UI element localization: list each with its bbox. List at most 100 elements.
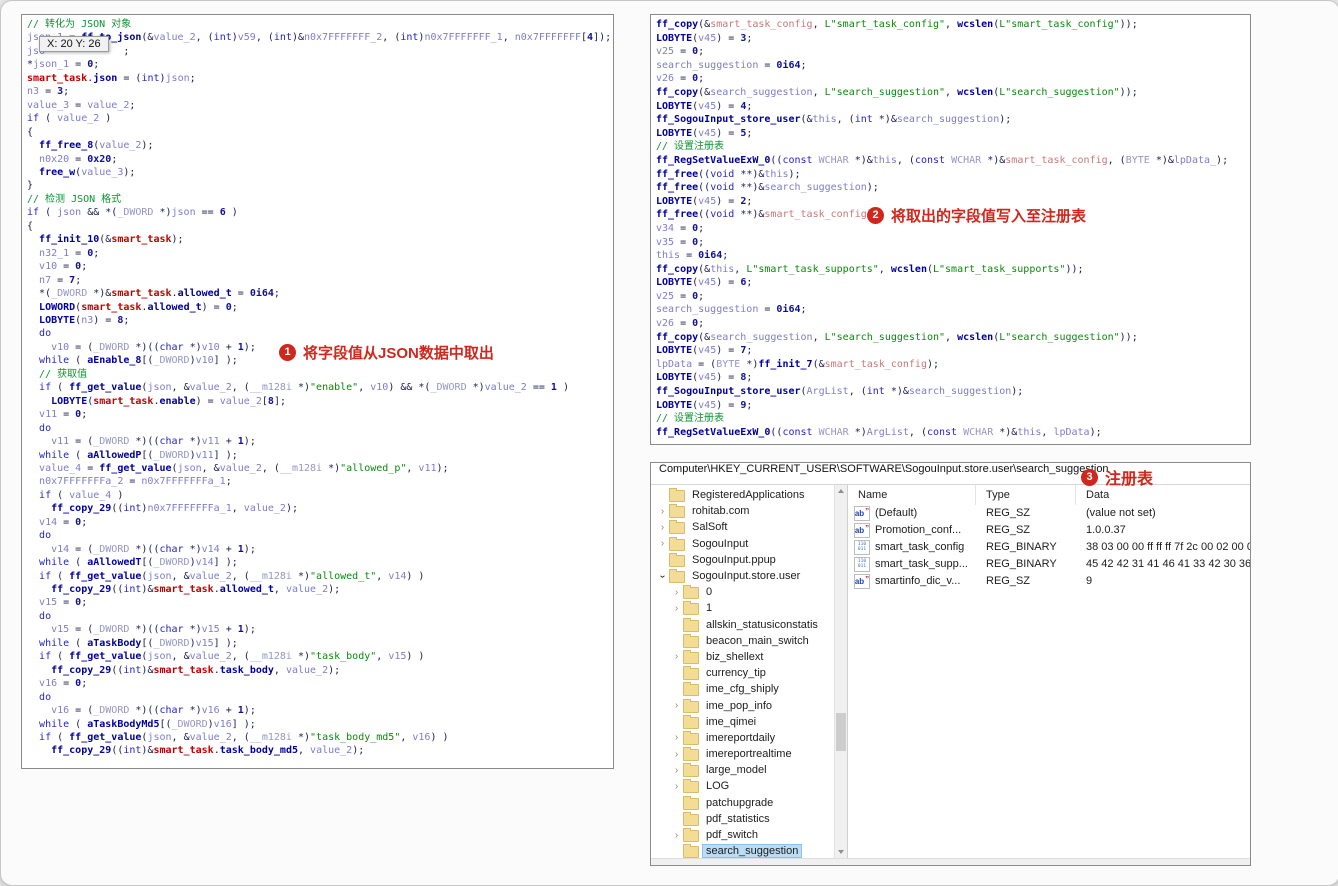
registry-value-row-smart-task-supp-[interactable]: 110 011 smart_task_supp... REG_BINARY 45 42… [848, 556, 1250, 573]
registry-value-row-smart-task-config[interactable]: 110 011 smart_task_config REG_BINARY 38 03 … [848, 539, 1250, 556]
code-line: LOBYTE(v45) = 3; [656, 32, 753, 44]
code-line: // 设置注册表 [656, 413, 725, 425]
registry-tree-item-0[interactable]: › 0 [651, 584, 834, 600]
code-line: ff_RegSetValueExW_0((const WCHAR *)&this… [656, 154, 1229, 166]
code-line: { [27, 126, 34, 138]
folder-icon [683, 585, 699, 600]
scrollbar-thumb[interactable] [836, 713, 846, 751]
code-line: if ( ff_get_value(json, &value_2, (__m12… [39, 382, 569, 394]
tree-item-label: imereportdaily [706, 731, 776, 744]
registry-tree-item-registeredapplications[interactable]: RegisteredApplications [651, 487, 834, 503]
chevron-right-icon[interactable]: › [671, 700, 682, 711]
folder-icon [683, 779, 699, 794]
registry-value-row-promotion-conf-[interactable]: ab Promotion_conf... REG_SZ 1.0.0.37 [848, 522, 1250, 539]
registry-tree-item-allskin-statusiconstatis[interactable]: allskin_statusiconstatis [651, 617, 834, 633]
code-line: ff_free((void **)&search_suggestion); [656, 182, 879, 194]
registry-tree-item-imereportdaily[interactable]: › imereportdaily [651, 730, 834, 746]
chevron-right-icon[interactable]: › [657, 522, 668, 533]
code-line: if ( value_4 ) [39, 489, 124, 501]
chevron-right-icon[interactable]: › [657, 538, 668, 549]
registry-address-bar[interactable]: Computer\HKEY_CURRENT_USER\SOFTWARE\Sogo… [651, 463, 1250, 485]
annotation-2: 2 将取出的字段值写入至注册表 [867, 205, 1086, 226]
code-line: jso ; [27, 45, 130, 57]
registry-tree-item-biz-shellext[interactable]: › biz_shellext [651, 649, 834, 665]
code-line: LOBYTE(v45) = 8; [656, 372, 753, 384]
registry-tree-item-sogouinput-store-user[interactable]: › SogouInput.store.user [651, 568, 834, 584]
tree-item-label: beacon_main_switch [706, 634, 809, 647]
registry-tree-item-log[interactable]: › LOG [651, 778, 834, 794]
chevron-right-icon[interactable]: › [671, 765, 682, 776]
tree-item-label: pdf_statistics [706, 812, 770, 825]
chevron-right-icon[interactable]: › [671, 732, 682, 743]
registry-value-row-smartinfo-dic-v-[interactable]: ab smartinfo_dic_v... REG_SZ 9 [848, 573, 1250, 590]
registry-tree-item-salsoft[interactable]: › SalSoft [651, 519, 834, 535]
code-line: ff_copy(&smart_task_config, L"smart_task… [656, 19, 1138, 30]
folder-icon [683, 617, 699, 632]
registry-value-row--default-[interactable]: ab (Default) REG_SZ (value not set) [848, 505, 1250, 522]
code-line: do [39, 328, 52, 340]
tree-item-label: RegisteredApplications [692, 489, 805, 502]
code-line: do [39, 610, 52, 622]
registry-tree-item-sogouinput-ppup[interactable]: SogouInput.ppup [651, 552, 834, 568]
chevron-right-icon[interactable]: › [671, 830, 682, 841]
annotation-1: 1 将字段值从JSON数据中取出 [279, 342, 494, 363]
registry-tree: RegisteredApplications › rohitab.com › SalSo… [651, 485, 834, 865]
code-line: { [27, 220, 34, 232]
tree-item-label: 1 [706, 602, 713, 615]
tree-item-label: pdf_switch [706, 829, 758, 842]
registry-tree-item-currency-tip[interactable]: currency_tip [651, 665, 834, 681]
tree-item-label: 0 [706, 586, 713, 599]
scroll-down-icon[interactable] [835, 846, 847, 858]
tree-item-label: currency_tip [706, 667, 766, 680]
registry-tree-item-large-model[interactable]: › large_model [651, 762, 834, 778]
numbered-badge-icon: 2 [867, 207, 884, 224]
chevron-right-icon[interactable]: › [671, 603, 682, 614]
chevron-right-icon[interactable]: › [671, 781, 682, 792]
registry-tree-item-pdf-statistics[interactable]: pdf_statistics [651, 811, 834, 827]
column-header-type[interactable]: Type [976, 485, 1076, 505]
scroll-up-icon[interactable] [835, 485, 847, 497]
code-line: if ( ff_get_value(json, &value_2, (__m12… [39, 651, 425, 663]
tree-scrollbar[interactable] [834, 485, 847, 865]
registry-tree-item-search-suggestion[interactable]: search_suggestion [651, 843, 834, 859]
code-line: search_suggestion = 0i64; [656, 59, 807, 71]
value-name: smartinfo_dic_v... [875, 575, 961, 587]
column-header-name[interactable]: Name [848, 485, 976, 505]
folder-icon [683, 714, 699, 729]
chevron-right-icon[interactable]: › [657, 506, 668, 517]
chevron-right-icon[interactable]: › [671, 749, 682, 760]
value-type: REG_SZ [986, 507, 1031, 519]
code-line: v16 = (_DWORD *)((char *)v16 + 1); [51, 705, 256, 717]
code-line: free_w(value_3); [39, 166, 136, 178]
registry-body: RegisteredApplications › rohitab.com › SalSo… [651, 485, 1250, 865]
registry-tree-item-patchupgrade[interactable]: patchupgrade [651, 795, 834, 811]
code-line: LOBYTE(v45) = 4; [656, 100, 753, 112]
tree-item-label: SogouInput [692, 537, 749, 550]
registry-tree-item-ime-pop-info[interactable]: › ime_pop_info [651, 697, 834, 713]
registry-tree-item-imereportrealtime[interactable]: › imereportrealtime [651, 746, 834, 762]
code-line: while ( aTaskBody[(_DWORD)v15] ); [39, 637, 238, 649]
registry-tree-item-beacon-main-switch[interactable]: beacon_main_switch [651, 633, 834, 649]
value-data: (value not set) [1086, 507, 1156, 519]
registry-tree-item-1[interactable]: › 1 [651, 600, 834, 616]
chevron-right-icon[interactable]: › [671, 651, 682, 662]
registry-tree-item-rohitab-com[interactable]: › rohitab.com [651, 503, 834, 519]
pseudocode-right: ff_copy(&smart_task_config, L"smart_task… [651, 15, 1250, 439]
reg-sz-icon: ab [854, 574, 870, 589]
code-line: *json_1 = 0; [27, 59, 100, 71]
folder-icon [683, 698, 699, 713]
folder-icon [683, 844, 699, 859]
code-line: while ( aAllowedP[(_DWORD)v11] ); [39, 449, 238, 461]
registry-tree-item-sogouinput[interactable]: › SogouInput [651, 536, 834, 552]
code-line: lpData = (BYTE *)ff_init_7(&smart_task_c… [656, 358, 940, 370]
code-line: do [39, 691, 52, 703]
folder-icon [683, 795, 699, 810]
horizontal-scrollbar[interactable] [651, 858, 1250, 865]
chevron-right-icon[interactable]: › [671, 587, 682, 598]
registry-tree-item-ime-qimei[interactable]: ime_qimei [651, 714, 834, 730]
folder-icon [683, 601, 699, 616]
folder-icon [669, 488, 685, 503]
registry-tree-item-pdf-switch[interactable]: › pdf_switch [651, 827, 834, 843]
chevron-down-icon[interactable]: › [657, 571, 668, 582]
registry-tree-item-ime-cfg-shiply[interactable]: ime_cfg_shiply [651, 681, 834, 697]
